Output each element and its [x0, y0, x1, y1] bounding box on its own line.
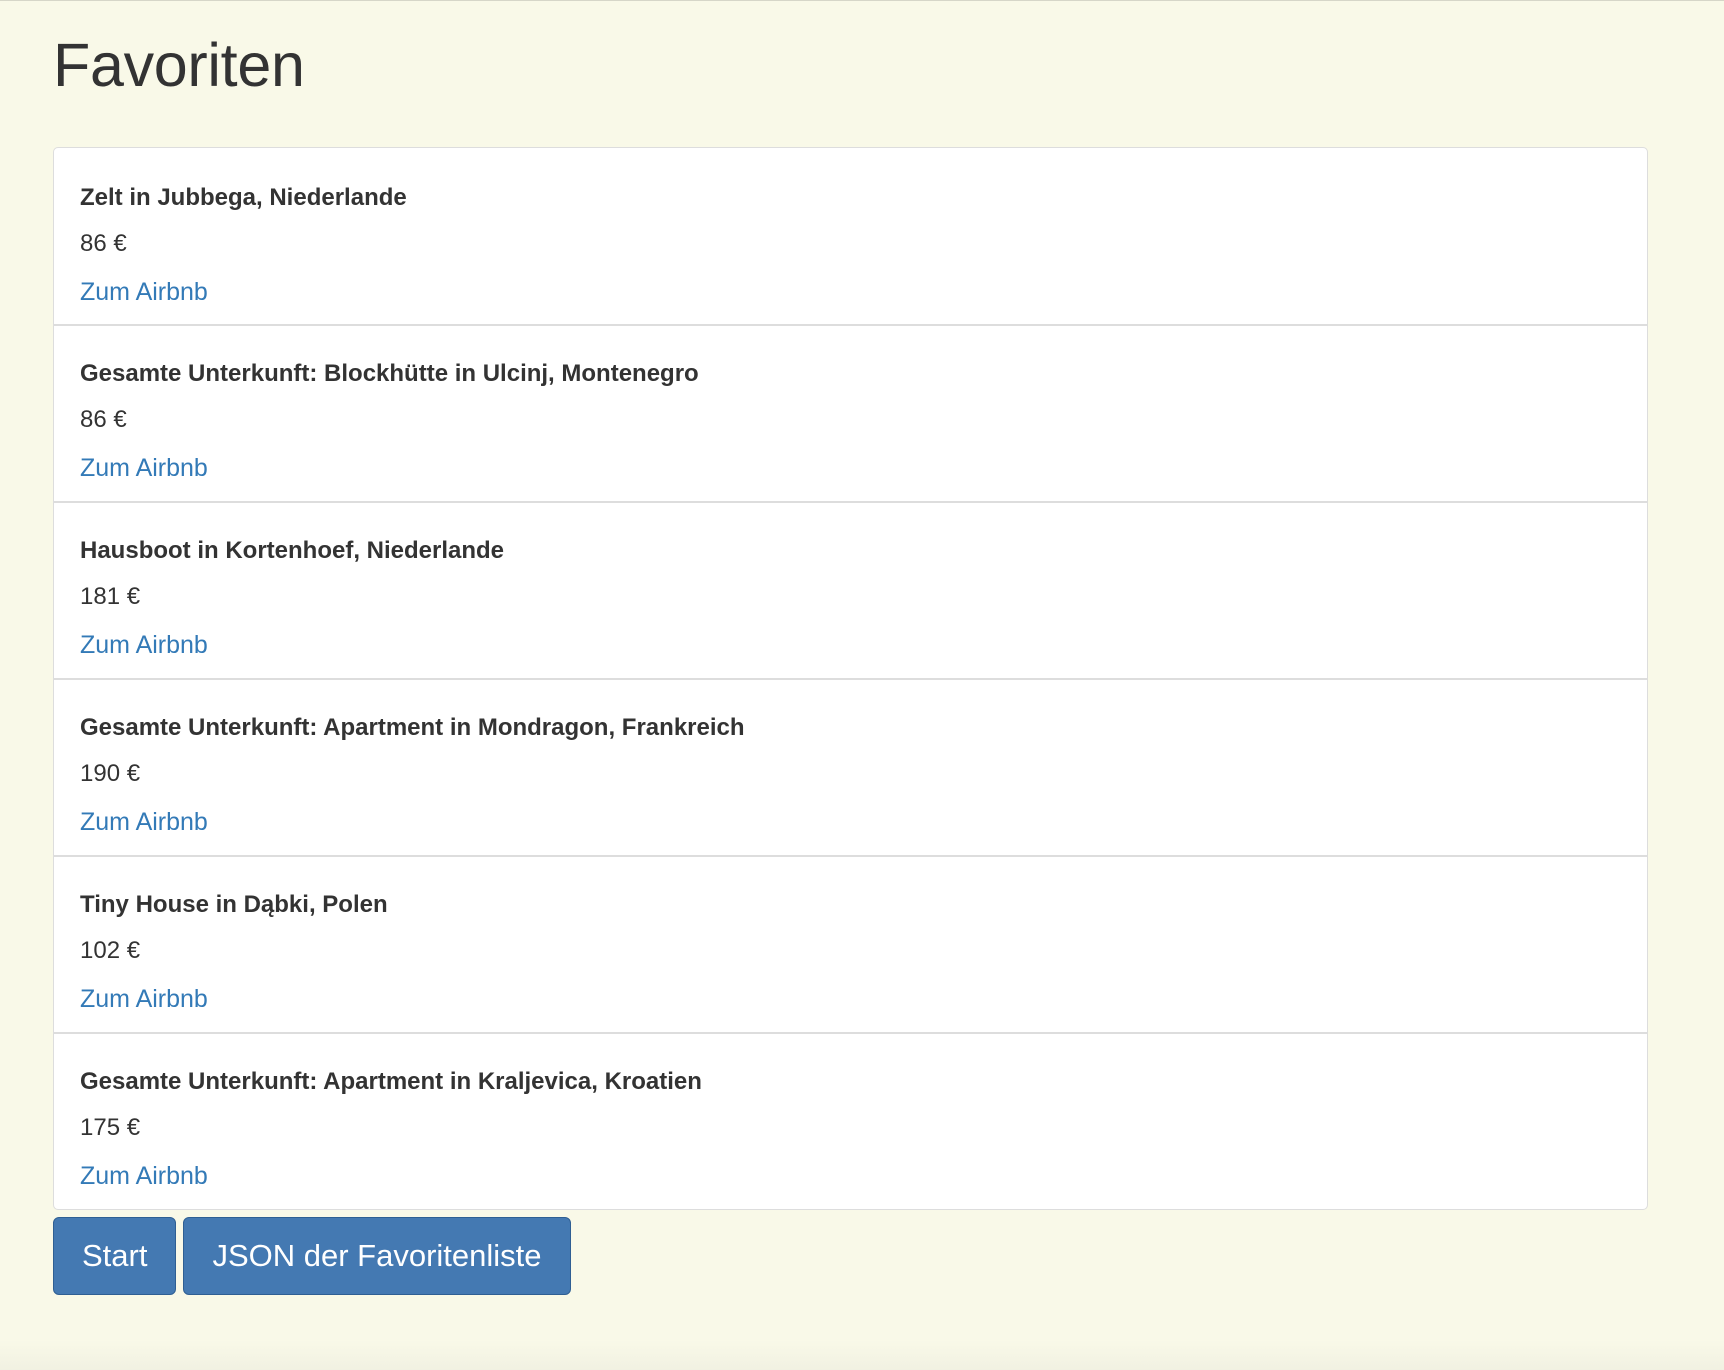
listing-price: 181 €	[80, 583, 141, 610]
list-item: Zelt in Jubbega, Niederlande 86 € Zum Ai…	[54, 148, 1647, 324]
bottom-shadow	[0, 1340, 1724, 1370]
listing-title: Zelt in Jubbega, Niederlande	[80, 184, 407, 211]
listing-title: Gesamte Unterkunft: Blockhütte in Ulcinj…	[80, 360, 699, 387]
listing-title: Gesamte Unterkunft: Apartment in Kraljev…	[80, 1068, 702, 1095]
listing-title: Tiny House in Dąbki, Polen	[80, 891, 388, 918]
favorites-list: Zelt in Jubbega, Niederlande 86 € Zum Ai…	[53, 147, 1648, 1210]
airbnb-link[interactable]: Zum Airbnb	[80, 631, 208, 660]
favorites-page: Favoriten Zelt in Jubbega, Niederlande 8…	[53, 0, 1650, 1295]
action-bar: Start JSON der Favoritenliste	[53, 1217, 571, 1295]
airbnb-link[interactable]: Zum Airbnb	[80, 454, 208, 483]
list-item: Gesamte Unterkunft: Apartment in Mondrag…	[54, 678, 1647, 855]
airbnb-link[interactable]: Zum Airbnb	[80, 985, 208, 1014]
list-item: Gesamte Unterkunft: Apartment in Kraljev…	[54, 1032, 1647, 1209]
start-button[interactable]: Start	[53, 1217, 177, 1295]
list-item: Gesamte Unterkunft: Blockhütte in Ulcinj…	[54, 324, 1647, 501]
airbnb-link[interactable]: Zum Airbnb	[80, 1162, 208, 1191]
list-item: Hausboot in Kortenhoef, Niederlande 181 …	[54, 501, 1647, 678]
listing-price: 190 €	[80, 760, 141, 787]
page-title: Favoriten	[53, 31, 305, 99]
json-export-button[interactable]: JSON der Favoritenliste	[183, 1217, 571, 1295]
list-item: Tiny House in Dąbki, Polen 102 € Zum Air…	[54, 855, 1647, 1032]
listing-price: 102 €	[80, 937, 141, 964]
listing-price: 86 €	[80, 406, 127, 433]
listing-price: 86 €	[80, 230, 127, 257]
listing-title: Gesamte Unterkunft: Apartment in Mondrag…	[80, 714, 745, 741]
airbnb-link[interactable]: Zum Airbnb	[80, 808, 208, 837]
listing-title: Hausboot in Kortenhoef, Niederlande	[80, 537, 505, 564]
airbnb-link[interactable]: Zum Airbnb	[80, 278, 208, 307]
listing-price: 175 €	[80, 1114, 141, 1141]
